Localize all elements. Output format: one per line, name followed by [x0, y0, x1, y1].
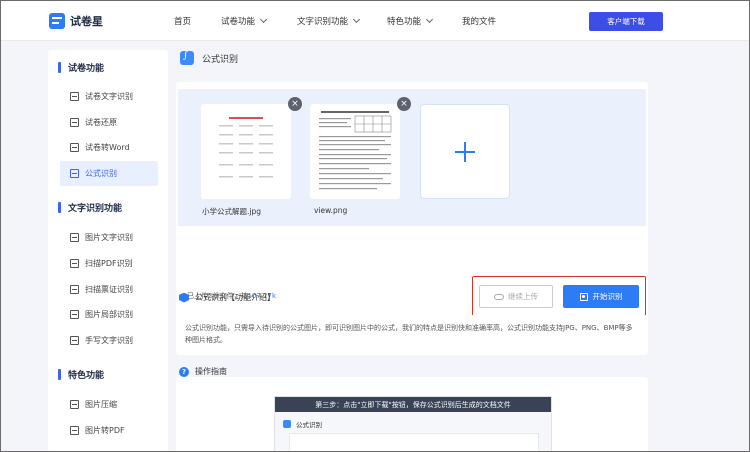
sidebar-item-label: 图片转PDF: [85, 426, 125, 435]
cloud-upload-icon: [494, 293, 504, 300]
guide-inner-title: 公式识别: [296, 421, 322, 429]
document-icon: [70, 92, 79, 101]
nav-exam-functions-label: 试卷功能: [221, 17, 256, 27]
page-title: 公式识别: [202, 54, 239, 65]
nav-home[interactable]: 首页: [174, 1, 191, 41]
brand-name: 试卷星: [70, 15, 103, 28]
sidebar-item-image-compress[interactable]: 图片压缩: [60, 392, 158, 417]
nav-text-recognition[interactable]: 文字识别功能: [297, 1, 361, 41]
sidebar-item-partial-recognition[interactable]: 图片局部识别: [60, 302, 158, 327]
chevron-down-icon: [259, 15, 268, 24]
sidebar-item-label: 图片文字识别: [85, 233, 133, 242]
document-icon: [70, 118, 79, 127]
compress-icon: [70, 400, 79, 409]
start-recognition-label: 开始识别: [592, 292, 623, 301]
logo-icon: [49, 13, 65, 29]
crop-icon: [70, 310, 79, 319]
image-icon: [70, 233, 79, 242]
sidebar-item-label: 公式识别: [85, 169, 117, 178]
guide-inner-header: 公式识别: [283, 419, 322, 429]
formula-icon: [70, 169, 79, 178]
upload-card: × 小学公式解题.jpg × view.png 已上传2份文件，共107.17k…: [176, 82, 648, 322]
file-thumbnail[interactable]: [310, 104, 400, 199]
guide-heading: ? 操作指南: [179, 366, 227, 377]
sidebar-item-image-to-pdf[interactable]: 图片转PDF: [60, 418, 158, 443]
plus-icon: [455, 141, 475, 162]
sidebar-item-label: 图片压缩: [85, 400, 117, 409]
sidebar-item-handwriting[interactable]: 手写文字识别: [60, 328, 158, 353]
sidebar-item-label: 试卷文字识别: [85, 92, 133, 101]
nav-my-files-label: 我的文件: [462, 17, 497, 27]
sidebar-group-exam: 试卷功能: [58, 61, 104, 74]
guide-screenshot: 第三步：点击"立即下载"按钮，保存公式识别后生成的文档文件 公式识别: [274, 396, 552, 452]
intro-title: 公式识别【功能介绍】: [195, 293, 275, 302]
page-header: 公式识别: [180, 50, 239, 65]
nav-text-recognition-label: 文字识别功能: [297, 17, 349, 27]
intro-heading: 公式识别【功能介绍】: [179, 292, 275, 303]
chevron-down-icon: [425, 15, 434, 24]
guide-card: 第三步：点击"立即下载"按钮，保存公式识别后生成的文档文件 公式识别: [176, 377, 648, 452]
formula-sheet-preview: [215, 112, 277, 192]
pdf-icon: [70, 259, 79, 268]
sidebar-item-scan-ticket[interactable]: 扫描票证识别: [60, 277, 158, 302]
start-recognition-button[interactable]: 开始识别: [563, 285, 639, 308]
file-thumbnail[interactable]: [201, 104, 291, 199]
remove-file-icon[interactable]: ×: [288, 97, 302, 111]
nav-home-label: 首页: [174, 17, 192, 27]
sidebar-item-scan-pdf[interactable]: 扫描PDF识别: [60, 251, 158, 276]
sidebar-item-label: 试卷还原: [85, 118, 117, 127]
file-name: 小学公式解题.jpg: [202, 207, 261, 216]
sidebar-group-special: 特色功能: [58, 368, 104, 381]
sidebar-item-label: 扫描PDF识别: [85, 259, 133, 268]
sidebar-item-formula-recognition[interactable]: 公式识别: [60, 161, 158, 186]
sidebar-item-exam-to-word[interactable]: 试卷转Word: [60, 135, 158, 160]
file-name: view.png: [314, 206, 348, 215]
client-download-button[interactable]: 客户端下载: [589, 12, 663, 31]
highlighted-actions: 继续上传 开始识别: [472, 276, 646, 318]
top-navigation-bar: 试卷星 首页 试卷功能 文字识别功能 特色功能 我的文件 客户端下载: [1, 1, 749, 41]
brand-logo[interactable]: 试卷星: [49, 13, 103, 29]
sidebar-item-label: 图片局部识别: [85, 310, 133, 319]
remove-file-icon[interactable]: ×: [397, 97, 411, 111]
chevron-down-icon: [352, 15, 361, 24]
sidebar-item-exam-restore[interactable]: 试卷还原: [60, 110, 158, 135]
guide-title: 操作指南: [195, 367, 227, 376]
help-icon: ?: [179, 366, 189, 377]
nav-my-files[interactable]: 我的文件: [462, 1, 496, 41]
guide-inner-panel: [289, 433, 539, 452]
nav-special-features-label: 特色功能: [387, 17, 422, 27]
sidebar-item-label: 试卷转Word: [85, 143, 130, 152]
exam-sheet-preview: [315, 108, 395, 196]
handwriting-icon: [70, 336, 79, 345]
intro-text: 公式识别功能，只需导入待识别的公式图片，即可识别图片中的公式，我们的特点是识别快…: [176, 315, 648, 355]
sidebar-item-image-text-recognition[interactable]: 图片文字识别: [60, 225, 158, 250]
document-icon: [70, 143, 79, 152]
sidebar-item-exam-text-recognition[interactable]: 试卷文字识别: [60, 84, 158, 109]
sidebar-item-label: 手写文字识别: [85, 336, 133, 345]
add-file-button[interactable]: [420, 104, 510, 199]
upload-drop-zone[interactable]: × 小学公式解题.jpg × view.png: [178, 89, 646, 226]
continue-upload-label: 继续上传: [508, 292, 538, 301]
formula-icon: [283, 420, 291, 428]
ticket-icon: [70, 285, 79, 294]
sidebar-group-text-recognition: 文字识别功能: [58, 201, 122, 214]
nav-exam-functions[interactable]: 试卷功能: [221, 1, 268, 41]
scan-icon: [579, 292, 588, 301]
formula-icon: [180, 50, 194, 65]
continue-upload-button[interactable]: 继续上传: [479, 285, 553, 308]
sidebar-item-label: 扫描票证识别: [85, 285, 133, 294]
sidebar: 试卷功能 试卷文字识别 试卷还原 试卷转Word 公式识别 文字识别功能 图片文…: [48, 50, 168, 452]
main-content: 公式识别 × 小学公式解题.j: [176, 42, 648, 452]
cube-icon: [179, 292, 189, 303]
pdf-icon: [70, 426, 79, 435]
nav-special-features[interactable]: 特色功能: [387, 1, 434, 41]
guide-step-banner: 第三步：点击"立即下载"按钮，保存公式识别后生成的文档文件: [275, 397, 551, 412]
